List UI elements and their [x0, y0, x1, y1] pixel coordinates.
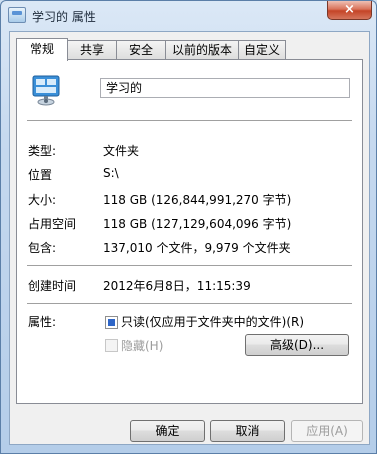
properties-window: 学习的 属性 × 常规 共享 安全 以前的版本 自定义 学习的 类型: 文件夹 — [0, 0, 377, 454]
attributes-label: 属性: — [28, 315, 57, 329]
tab-sharing[interactable]: 共享 — [67, 40, 117, 60]
tab-customize[interactable]: 自定义 — [238, 40, 286, 60]
hidden-label: 隐藏(H) — [121, 339, 164, 353]
size-on-disk-value: 118 GB (127,129,604,096 字节) — [103, 217, 292, 231]
type-label: 类型: — [28, 144, 57, 158]
location-label: 位置 — [28, 168, 53, 182]
folder-name-input[interactable]: 学习的 — [100, 78, 350, 98]
title-bar[interactable]: 学习的 属性 × — [1, 1, 376, 31]
type-value: 文件夹 — [103, 144, 140, 158]
created-value: 2012年6月8日，11:15:39 — [103, 279, 251, 293]
advanced-button[interactable]: 高级(D)... — [245, 334, 349, 356]
size-label: 大小: — [28, 193, 57, 207]
contains-label: 包含: — [28, 241, 57, 255]
ok-button[interactable]: 确定 — [130, 420, 205, 442]
readonly-label[interactable]: 只读(仅应用于文件夹中的文件)(R) — [121, 313, 304, 330]
readonly-checkbox[interactable] — [105, 316, 118, 329]
folder-properties-icon — [8, 7, 26, 23]
cancel-button[interactable]: 取消 — [210, 420, 285, 442]
general-tab-panel: 学习的 类型: 文件夹 位置 S:\ 大小: 118 GB (126,844,9… — [16, 59, 363, 404]
created-label: 创建时间 — [28, 279, 77, 293]
window-title: 学习的 属性 — [32, 10, 96, 24]
dialog-body: 常规 共享 安全 以前的版本 自定义 学习的 类型: 文件夹 位置 S:\ 大小… — [9, 31, 370, 445]
size-on-disk-label: 占用空间 — [28, 217, 77, 231]
tab-strip: 常规 共享 安全 以前的版本 自定义 — [16, 38, 366, 61]
contains-value: 137,010 个文件，9,979 个文件夹 — [103, 241, 291, 255]
divider — [27, 265, 352, 266]
location-value: S:\ — [103, 166, 119, 180]
tab-general[interactable]: 常规 — [16, 38, 68, 61]
folder-icon — [32, 75, 60, 106]
divider — [27, 120, 352, 121]
divider — [27, 303, 352, 304]
size-value: 118 GB (126,844,991,270 字节) — [103, 193, 292, 207]
tab-previous-versions[interactable]: 以前的版本 — [165, 40, 239, 60]
hidden-checkbox[interactable] — [105, 339, 118, 352]
apply-button[interactable]: 应用(A) — [291, 420, 363, 442]
close-button[interactable]: × — [327, 1, 372, 20]
tab-security[interactable]: 安全 — [116, 40, 166, 60]
